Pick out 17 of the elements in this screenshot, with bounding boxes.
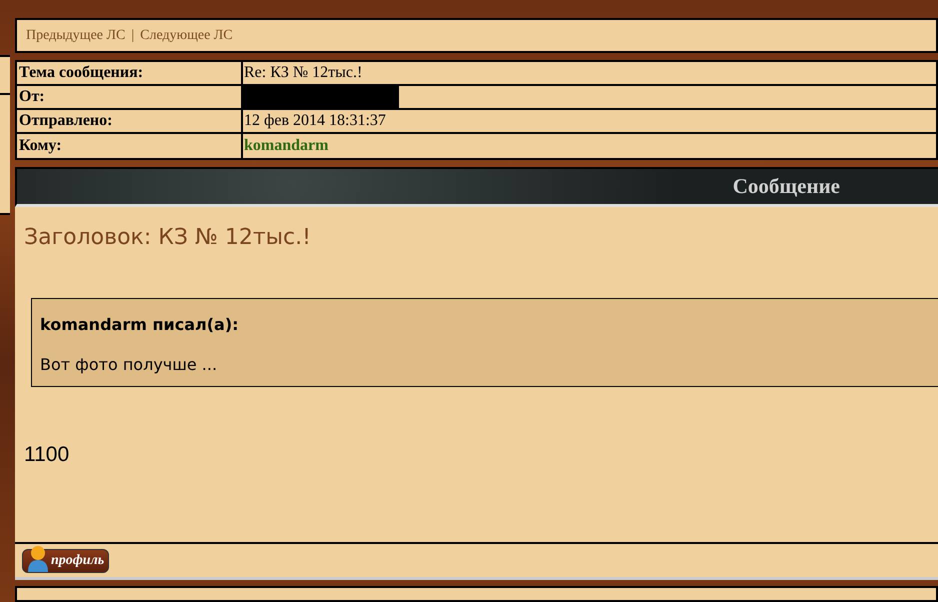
separator: | bbox=[131, 27, 134, 45]
message-title: Заголовок: КЗ № 12тыс.! bbox=[24, 224, 311, 252]
field-value: Re: КЗ № 12тыс.! bbox=[244, 63, 362, 83]
username-link[interactable]: komandarm bbox=[244, 134, 328, 158]
quote-text: Вот фото получше ... bbox=[40, 354, 218, 376]
quote-author: komandarm писал(а): bbox=[40, 314, 239, 336]
user-icon bbox=[27, 544, 49, 572]
profile-button[interactable]: профиль bbox=[22, 548, 110, 572]
field-value: 12 фев 2014 18:31:37 bbox=[244, 111, 386, 131]
field-label: Отправлено: bbox=[19, 111, 112, 131]
field-label: Тема сообщения: bbox=[19, 63, 144, 83]
next-message-link[interactable]: Следующее ЛС bbox=[140, 25, 233, 46]
message-body: 1100 bbox=[24, 442, 70, 468]
field-label: Кому: bbox=[19, 136, 62, 156]
section-title: Сообщение bbox=[732, 172, 840, 200]
previous-message-link[interactable]: Предыдущее ЛС bbox=[26, 25, 126, 46]
field-label: От: bbox=[19, 87, 45, 107]
